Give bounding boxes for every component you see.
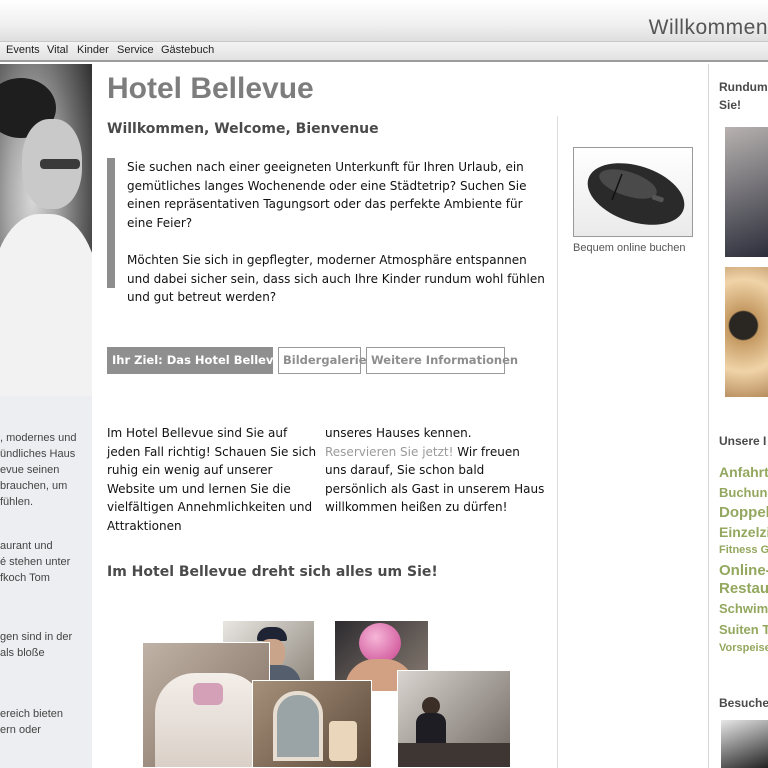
nav-item-kinder[interactable]: Kinder (77, 44, 109, 56)
left-sidebar-text-line: gen sind in der (0, 631, 73, 643)
left-sidebar-text-line: fkoch Tom (0, 572, 50, 584)
left-sidebar-text-line: ündliches Haus (0, 448, 76, 460)
right-link[interactable]: Anfahrt (719, 464, 768, 480)
right-photo-wine (725, 267, 768, 397)
nav-item-events[interactable]: Events (6, 44, 40, 56)
body-text-left: Im Hotel Bellevue sind Sie auf jeden Fal… (107, 426, 317, 533)
tab-ihr-ziel[interactable]: Ihr Ziel: Das Hotel Bellevue (107, 347, 289, 374)
tab-weitere-informationen[interactable]: Weitere Informationen (366, 347, 518, 374)
right-sidebar: Rundum Sie! Unsere I Anfahrt Buchung Dop… (708, 64, 768, 768)
right-link[interactable]: Online- (719, 562, 768, 579)
photo-collage[interactable] (142, 620, 512, 768)
nav-item-vital[interactable]: Vital (47, 44, 68, 56)
intro-paragraph: Möchten Sie sich in gepflegter, moderner… (127, 252, 545, 305)
collage-photo-spa (142, 642, 270, 768)
left-sidebar-text-line: aurant und (0, 540, 53, 552)
left-sidebar-text-line: fühlen. (0, 496, 34, 508)
reserve-now-link[interactable]: Reservieren Sie jetzt! (325, 445, 453, 459)
online-booking-image[interactable] (573, 147, 693, 237)
right-link[interactable]: Vorspeise (719, 642, 768, 654)
tab-bildergalerie[interactable]: Bildergalerie (278, 347, 367, 374)
left-sidebar-text-line: evue seinen (0, 464, 60, 476)
right-photo-chef (721, 720, 768, 768)
left-sidebar-text-line: , modernes und (0, 432, 77, 444)
right-link[interactable]: Doppel (719, 504, 768, 521)
right-heading-line: Sie! (719, 98, 742, 112)
right-link[interactable]: Einzelzi (719, 524, 768, 540)
main-content: Hotel Bellevue Willkommen, Welcome, Bien… (92, 64, 708, 768)
left-sidebar-text-line: als bloße (0, 647, 45, 659)
collage-photo-room (252, 680, 372, 768)
intro-paragraph: Sie suchen nach einer geeigneten Unterku… (127, 160, 527, 231)
nav-item-service[interactable]: Service (117, 44, 154, 56)
left-sidebar: , modernes und ündliches Haus evue seine… (0, 64, 92, 768)
right-link[interactable]: Fitness G (719, 544, 768, 556)
right-heading-mid: Unsere I (719, 434, 767, 448)
right-link[interactable]: Restau (719, 580, 768, 597)
left-sidebar-text-line: ern oder (0, 724, 41, 736)
intro-quote-block: Sie suchen nach einer geeigneten Unterku… (107, 158, 547, 304)
online-booking-caption[interactable]: Bequem online buchen (573, 242, 686, 254)
hotel-guests-photo (0, 64, 92, 396)
body-text-right: unseres Hauses kennen. Reservieren Sie j… (325, 424, 545, 517)
column-divider (557, 116, 558, 768)
left-sidebar-text-line: brauchen, um (0, 480, 68, 492)
computer-mouse-icon (587, 163, 685, 225)
body-text-span: unseres Hauses kennen. (325, 426, 472, 440)
right-link[interactable]: Schwimr (719, 601, 768, 616)
right-heading-line: Rundum (719, 80, 768, 94)
page-title: Hotel Bellevue (107, 72, 314, 105)
top-header-bar: Willkommen (0, 0, 768, 42)
right-link[interactable]: Suiten T (719, 622, 768, 637)
left-sidebar-text-line: é stehen unter (0, 556, 71, 568)
section-heading: Im Hotel Bellevue dreht sich alles um Si… (107, 564, 438, 580)
right-heading-bottom: Besuche (719, 696, 768, 710)
left-sidebar-text-line: ereich bieten (0, 708, 63, 720)
right-photo-people (725, 127, 768, 257)
right-link[interactable]: Buchung (719, 485, 768, 500)
welcome-subtitle: Willkommen, Welcome, Bienvenue (107, 121, 379, 137)
collage-photo-conference (397, 670, 511, 768)
welcome-header-text: Willkommen (648, 16, 768, 39)
nav-item-gaestebuch[interactable]: Gästebuch (161, 44, 214, 56)
main-navigation: Events Vital Kinder Service Gästebuch (0, 42, 768, 62)
